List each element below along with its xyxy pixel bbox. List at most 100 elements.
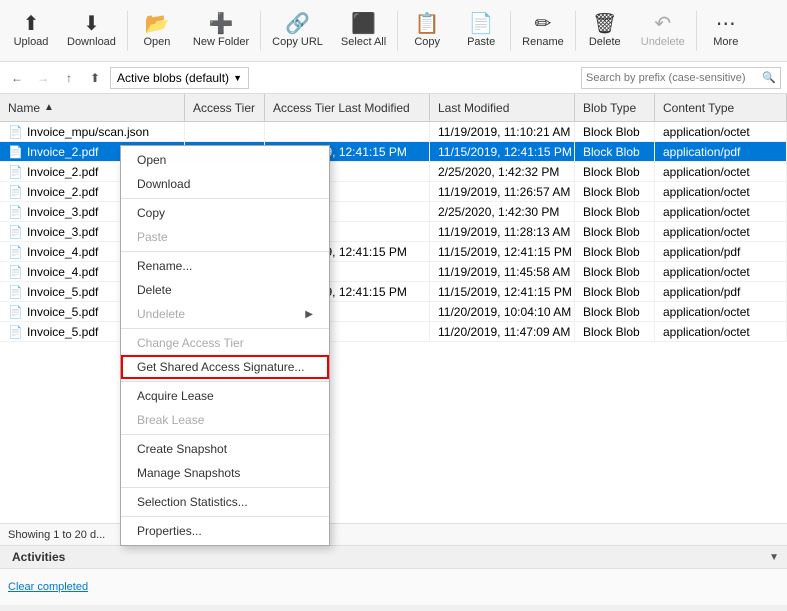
file-cell-blob-type: Block Blob <box>575 262 655 281</box>
more-button[interactable]: ⋯More <box>699 2 753 60</box>
context-menu-item-label: Change Access Tier <box>137 336 244 350</box>
context-menu-item: Change Access Tier <box>121 331 329 355</box>
file-cell-last-modified: 11/19/2019, 11:28:13 AM <box>430 222 575 241</box>
table-row[interactable]: 📄Invoice_2.pdf2/25/2020, 1:42:32 PMBlock… <box>0 162 787 182</box>
activities-content: Clear completed <box>0 569 787 605</box>
new-folder-button[interactable]: ➕New Folder <box>184 2 258 60</box>
file-cell-content-type: application/octet <box>655 202 787 221</box>
col-header-access[interactable]: Access Tier <box>185 94 265 121</box>
table-row[interactable]: 📄Invoice_5.pdf11/15/2019, 12:41:15 PM11/… <box>0 282 787 302</box>
undelete-button: ↶Undelete <box>632 2 694 60</box>
cell-text: 11/15/2019, 12:41:15 PM <box>438 145 572 159</box>
up-nav-button[interactable]: ↑ <box>58 67 80 89</box>
file-cell-content-type: application/octet <box>655 162 787 181</box>
file-cell-blob-type: Block Blob <box>575 222 655 241</box>
context-menu-item[interactable]: Selection Statistics... <box>121 490 329 514</box>
delete-button[interactable]: 🗑Delete <box>578 2 632 60</box>
submenu-arrow-icon: ▶ <box>305 309 313 320</box>
download-icon: ⬇ <box>83 14 100 34</box>
cell-text: Invoice_2.pdf <box>27 165 98 179</box>
col-header-accessTierLM[interactable]: Access Tier Last Modified <box>265 94 430 121</box>
cell-text: Invoice_2.pdf <box>27 185 98 199</box>
undelete-icon: ↶ <box>654 14 671 34</box>
context-menu-item-label: Open <box>137 153 166 167</box>
cell-text: 11/15/2019, 12:41:15 PM <box>438 285 572 299</box>
path-label: Active blobs (default) <box>117 71 229 85</box>
search-input[interactable] <box>586 72 762 84</box>
file-cell-content-type: application/pdf <box>655 142 787 161</box>
file-cell-blob-type: Block Blob <box>575 242 655 261</box>
file-cell-blob-type: Block Blob <box>575 302 655 321</box>
status-text: Showing 1 to 20 d... <box>8 529 105 541</box>
cell-text: application/octet <box>663 185 750 199</box>
context-menu-item[interactable]: Open <box>121 148 329 172</box>
copy-label: Copy <box>414 36 440 48</box>
col-header-lastModified[interactable]: Last Modified <box>430 94 575 121</box>
col-header-blobType[interactable]: Blob Type <box>575 94 655 121</box>
context-menu-item[interactable]: Properties... <box>121 519 329 543</box>
cell-text: 11/20/2019, 10:04:10 AM <box>438 305 571 319</box>
table-row[interactable]: 📄Invoice_2.pdf11/19/2019, 11:26:57 AMBlo… <box>0 182 787 202</box>
table-row[interactable]: 📄Invoice_2.pdf11/15/2019, 12:41:15 PM11/… <box>0 142 787 162</box>
context-menu-item[interactable]: Rename... <box>121 254 329 278</box>
refresh-nav-button[interactable]: ⬆ <box>84 67 106 89</box>
rename-button[interactable]: ✏Rename <box>513 2 573 60</box>
context-menu: OpenDownloadCopyPasteRename...DeleteUnde… <box>120 145 330 546</box>
copy-url-label: Copy URL <box>272 36 323 48</box>
cell-text: application/octet <box>663 165 750 179</box>
context-menu-item-label: Break Lease <box>137 413 204 427</box>
copy-icon: 📋 <box>415 14 440 34</box>
copy-button[interactable]: 📋 Copy <box>400 2 454 60</box>
col-header-name[interactable]: Name▲ <box>0 94 185 121</box>
context-menu-item[interactable]: Create Snapshot <box>121 437 329 461</box>
file-icon: 📄 <box>8 205 23 219</box>
cell-text: Invoice_3.pdf <box>27 205 98 219</box>
context-menu-item-label: Selection Statistics... <box>137 495 248 509</box>
file-cell-last-modified: 11/19/2019, 11:10:21 AM <box>430 122 575 141</box>
cell-text: Invoice_2.pdf <box>27 145 98 159</box>
table-row[interactable]: 📄Invoice_mpu/scan.json 11/19/2019, 11:10:… <box>0 122 787 142</box>
context-menu-item[interactable]: Acquire Lease <box>121 384 329 408</box>
file-cell-blob-type: Block Blob <box>575 162 655 181</box>
table-row[interactable]: 📄Invoice_3.pdf2/25/2020, 1:42:30 PMBlock… <box>0 202 787 222</box>
activities-chevron-icon[interactable]: ▼ <box>769 552 779 563</box>
copy-url-button[interactable]: 🔗Copy URL <box>263 2 332 60</box>
clear-completed-button[interactable]: Clear completed <box>8 581 88 593</box>
download-button[interactable]: ⬇Download <box>58 2 125 60</box>
cell-text: Block Blob <box>583 145 640 159</box>
cell-text: 11/20/2019, 11:47:09 AM <box>438 325 570 339</box>
cell-text: application/octet <box>663 265 750 279</box>
context-menu-separator <box>121 251 329 252</box>
select-all-button[interactable]: ⬛Select All <box>332 2 395 60</box>
col-header-contentType[interactable]: Content Type <box>655 94 787 121</box>
table-row[interactable]: 📄Invoice_4.pdf11/15/2019, 12:41:15 PM11/… <box>0 242 787 262</box>
context-menu-item[interactable]: Get Shared Access Signature... <box>121 355 329 379</box>
cell-text: application/pdf <box>663 145 740 159</box>
file-icon: 📄 <box>8 285 23 299</box>
table-row[interactable]: 📄Invoice_5.pdf11/20/2019, 11:47:09 AMBlo… <box>0 322 787 342</box>
context-menu-item[interactable]: Copy <box>121 201 329 225</box>
file-cell-blob-type: Block Blob <box>575 322 655 341</box>
file-cell-access-tier-lm <box>265 122 430 141</box>
context-menu-item[interactable]: Download <box>121 172 329 196</box>
activities-tab[interactable]: Activities <box>8 548 69 566</box>
paste-button[interactable]: 📄Paste <box>454 2 508 60</box>
back-nav-button[interactable]: ← <box>6 67 28 89</box>
path-dropdown[interactable]: Active blobs (default)▼ <box>110 67 249 89</box>
context-menu-item[interactable]: Delete <box>121 278 329 302</box>
file-cell-content-type: application/octet <box>655 322 787 341</box>
table-row[interactable]: 📄Invoice_5.pdf11/20/2019, 10:04:10 AMBlo… <box>0 302 787 322</box>
table-row[interactable]: 📄Invoice_4.pdf11/19/2019, 11:45:58 AMBlo… <box>0 262 787 282</box>
cell-text: 2/25/2020, 1:42:32 PM <box>438 165 559 179</box>
file-icon: 📄 <box>8 245 23 259</box>
cell-text: Block Blob <box>583 325 640 339</box>
upload-button[interactable]: ⬆Upload <box>4 2 58 60</box>
file-icon: 📄 <box>8 185 23 199</box>
file-cell-name: 📄Invoice_mpu/scan.json <box>0 122 185 141</box>
table-row[interactable]: 📄Invoice_3.pdf11/19/2019, 11:28:13 AMBlo… <box>0 222 787 242</box>
context-menu-item[interactable]: Manage Snapshots <box>121 461 329 485</box>
open-button[interactable]: 📂Open <box>130 2 184 60</box>
file-cell-blob-type: Block Blob <box>575 122 655 141</box>
select-all-icon: ⬛ <box>351 14 376 34</box>
search-box: 🔍 <box>581 67 781 89</box>
